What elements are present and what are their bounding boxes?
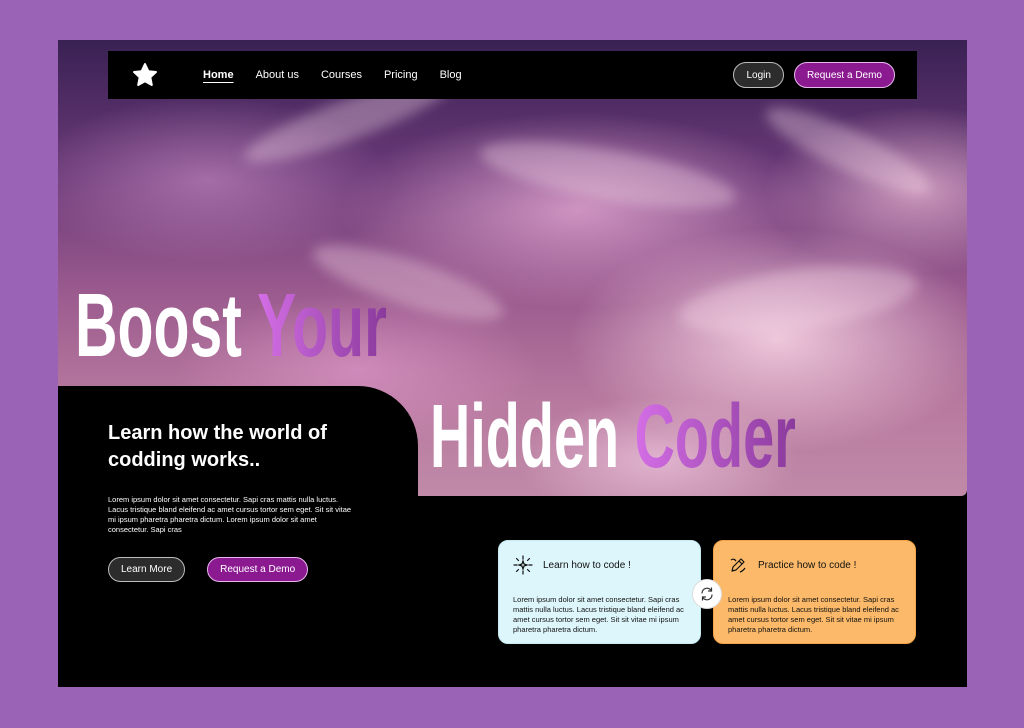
sparkle-icon	[513, 555, 533, 575]
headline-word-hidden: Hidden	[430, 387, 620, 488]
headline-word-coder: Coder	[634, 387, 796, 488]
nav-links: Home About us Courses Pricing Blog	[203, 51, 462, 99]
refresh-icon	[701, 587, 713, 601]
hero-request-demo-button[interactable]: Request a Demo	[207, 557, 309, 582]
learn-card[interactable]: Learn how to code ! Lorem ipsum dolor si…	[498, 540, 701, 644]
learn-more-button[interactable]: Learn More	[108, 557, 186, 582]
headline-line-1: Boost Your	[75, 281, 387, 372]
pencil-icon	[730, 558, 746, 573]
practice-card-title: Practice how to code !	[758, 559, 857, 571]
learn-card-text: Lorem ipsum dolor sit amet consectetur. …	[513, 595, 684, 634]
nav-item-courses[interactable]: Courses	[321, 69, 362, 81]
nav-request-demo-button[interactable]: Request a Demo	[793, 62, 895, 88]
nav-item-home[interactable]: Home	[203, 69, 234, 81]
nav-item-pricing[interactable]: Pricing	[384, 69, 418, 81]
nav-actions: Login Request a Demo	[733, 62, 895, 88]
top-navigation: Home About us Courses Pricing Blog Login…	[108, 51, 917, 99]
hero-actions: Learn More Request a Demo	[108, 557, 309, 582]
practice-card-text: Lorem ipsum dolor sit amet consectetur. …	[728, 595, 899, 634]
nav-item-blog[interactable]: Blog	[440, 69, 462, 81]
star-logo-icon[interactable]	[132, 62, 158, 88]
learn-card-header: Learn how to code !	[513, 555, 686, 575]
login-button[interactable]: Login	[733, 62, 784, 88]
practice-card[interactable]: Practice how to code ! Lorem ipsum dolor…	[713, 540, 916, 644]
nav-item-about-us[interactable]: About us	[256, 69, 299, 81]
practice-card-header: Practice how to code !	[728, 555, 901, 575]
headline-line-2: Hidden Coder	[430, 392, 796, 483]
hero-subheading: Learn how the world of codding works..	[108, 422, 327, 471]
hero-body-text: Lorem ipsum dolor sit amet consectetur. …	[108, 495, 352, 534]
headline-word-boost: Boost	[75, 276, 242, 377]
learn-card-title: Learn how to code !	[543, 559, 631, 571]
headline-word-your: Your	[257, 276, 387, 377]
swap-cards-button[interactable]	[692, 579, 722, 609]
